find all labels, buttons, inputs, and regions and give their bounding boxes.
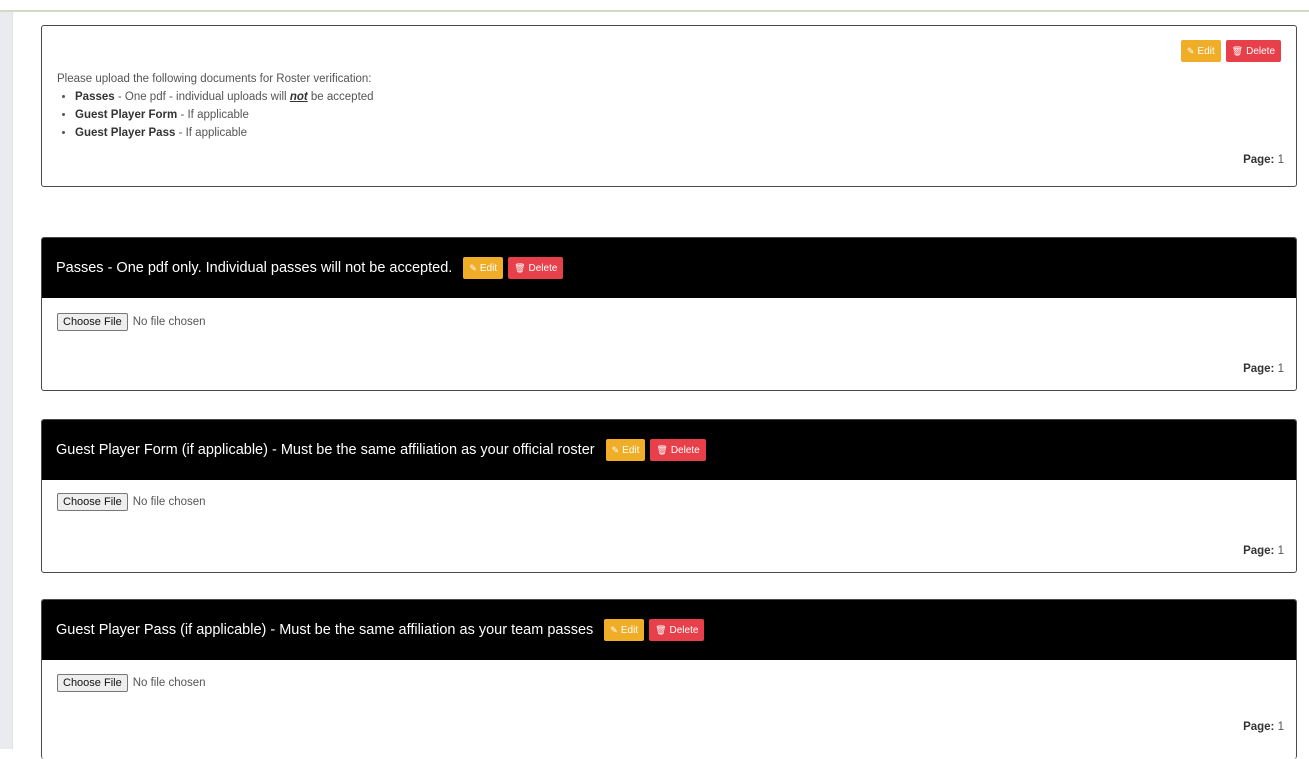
list-item: Passes - One pdf - individual uploads wi… [75,88,374,106]
pencil-icon: ✎ [611,444,620,455]
trash-icon: 🗑 [656,444,668,455]
panel-header: Passes - One pdf only. Individual passes… [42,238,1296,298]
trash-icon: 🗑 [514,262,526,273]
document-list: Passes - One pdf - individual uploads wi… [57,88,374,142]
choose-file-button[interactable]: Choose File [57,313,128,331]
instructions-actions: ✎ Edit 🗑 Delete [1176,40,1281,62]
file-status: No file chosen [132,316,206,328]
guest-player-form-upload-panel: Guest Player Form (if applicable) - Must… [41,419,1297,573]
pencil-icon: ✎ [1186,45,1195,56]
pencil-icon: ✎ [610,624,618,635]
list-item: Guest Player Form - If applicable [75,106,374,124]
guest-player-pass-upload-panel: Guest Player Pass (if applicable) - Must… [41,599,1297,759]
file-status: No file chosen [132,496,206,508]
file-status: No file chosen [132,677,206,689]
instructions-panel: ✎ Edit 🗑 Delete Please upload the followin… [41,25,1297,187]
pencil-icon: ✎ [469,262,477,273]
edit-button[interactable]: ✎ Edit [604,619,645,641]
instructions-delete-button[interactable]: 🗑 Delete [1225,40,1281,62]
passes-upload-panel: Passes - One pdf only. Individual passes… [41,237,1297,391]
left-sidebar-edge [12,12,13,749]
edit-button[interactable]: ✎ Edit [463,257,504,279]
panel-title: Passes - One pdf only. Individual passes… [56,260,453,276]
choose-file-button[interactable]: Choose File [57,493,128,511]
page-indicator: Page: 1 [1243,721,1284,733]
instructions-text: Please upload the following documents fo… [57,70,374,142]
file-input: Choose File No file chosen [57,493,206,511]
top-divider [0,10,1309,12]
delete-button[interactable]: 🗑 Delete [649,619,705,641]
delete-button[interactable]: 🗑 Delete [508,257,564,279]
file-input: Choose File No file chosen [57,674,206,692]
list-item: Guest Player Pass - If applicable [75,124,374,142]
left-sidebar-strip [0,12,12,749]
page-indicator: Page: 1 [1243,154,1284,166]
instructions-edit-button[interactable]: ✎ Edit [1180,40,1221,62]
instructions-heading: Please upload the following documents fo… [57,73,372,85]
panel-header: Guest Player Form (if applicable) - Must… [42,420,1296,480]
trash-icon: 🗑 [655,624,667,635]
trash-icon: 🗑 [1231,45,1244,56]
edit-button[interactable]: ✎ Edit [605,439,646,461]
page-indicator: Page: 1 [1243,545,1284,557]
delete-button[interactable]: 🗑 Delete [650,439,706,461]
panel-header: Guest Player Pass (if applicable) - Must… [42,600,1296,660]
panel-title: Guest Player Pass (if applicable) - Must… [56,622,594,638]
file-input: Choose File No file chosen [57,313,206,331]
page-indicator: Page: 1 [1243,363,1284,375]
choose-file-button[interactable]: Choose File [57,674,128,692]
panel-title: Guest Player Form (if applicable) - Must… [56,442,595,458]
